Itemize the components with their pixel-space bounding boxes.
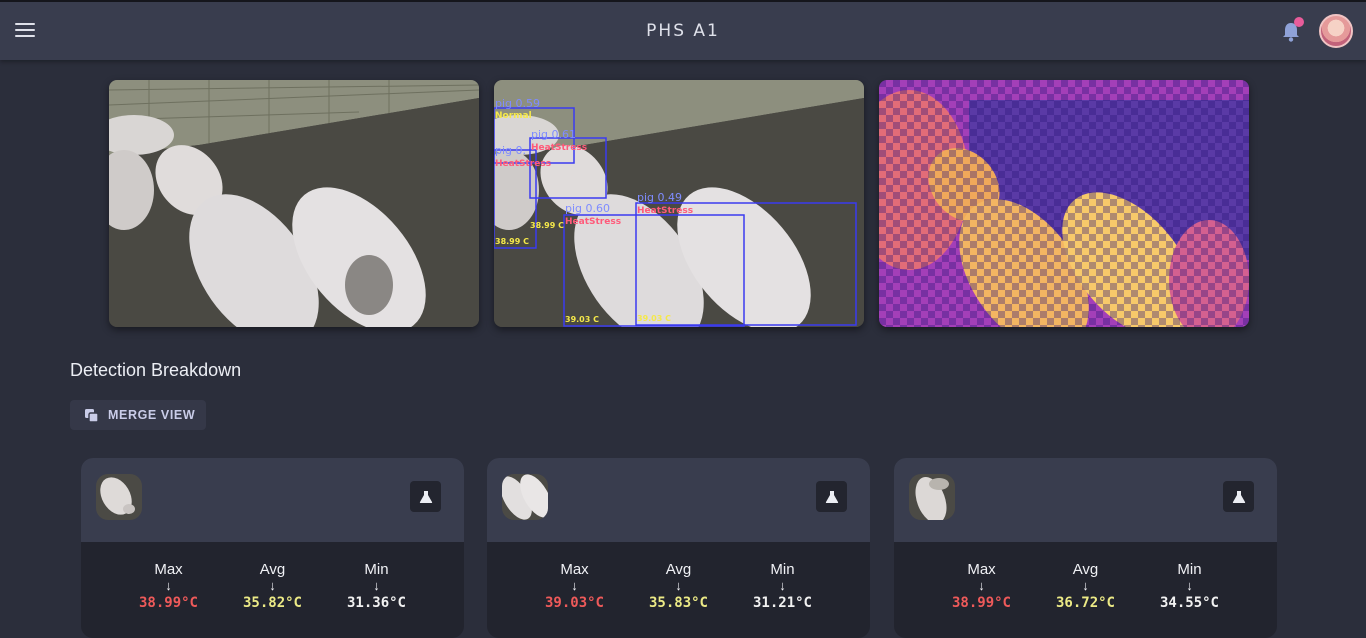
min-value: 31.36°C [346, 595, 406, 611]
avg-value: 35.82°C [242, 595, 302, 611]
detection-card: Max ↓ 39.03°C Avg ↓ 35.83°C Min ↓ 31.21°… [487, 458, 870, 638]
detection-temp: 39.03 C [565, 315, 599, 324]
arrow-down-icon: ↓ [675, 578, 682, 593]
section-title: Detection Breakdown [70, 360, 242, 380]
avg-label: Avg [665, 561, 692, 578]
thermal-image [879, 80, 1249, 327]
detection-status: HeatStress [531, 143, 587, 153]
max-label: Max [560, 561, 589, 578]
temperature-stats: Max ↓ 39.03°C Avg ↓ 35.83°C Min ↓ 31.21°… [487, 561, 870, 611]
pig-thumbnail[interactable] [502, 474, 548, 520]
max-label: Max [967, 561, 996, 578]
detection-status: HeatStress [565, 217, 621, 227]
detection-status: HeatStress [637, 206, 693, 216]
raw-camera-image [109, 80, 479, 327]
detection-label: pig 0. [495, 144, 526, 157]
avg-label: Avg [259, 561, 286, 578]
avg-value: 36.72°C [1055, 595, 1115, 611]
avg-label: Avg [1072, 561, 1099, 578]
detection-card: Max ↓ 38.99°C Avg ↓ 36.72°C Min ↓ 34.55°… [894, 458, 1277, 638]
pig-thumbnail[interactable] [909, 474, 955, 520]
arrow-down-icon: ↓ [269, 578, 276, 593]
flask-icon [825, 490, 838, 503]
max-stat: Max ↓ 38.99°C [930, 561, 1034, 611]
avg-stat: Avg ↓ 35.82°C [221, 561, 325, 611]
min-value: 31.21°C [752, 595, 812, 611]
min-stat: Min ↓ 31.21°C [731, 561, 835, 611]
min-label: Min [770, 561, 795, 578]
analyze-button[interactable] [410, 481, 441, 512]
avg-stat: Avg ↓ 36.72°C [1034, 561, 1138, 611]
arrow-down-icon: ↓ [1082, 578, 1089, 593]
max-stat: Max ↓ 38.99°C [117, 561, 221, 611]
card-header [487, 458, 870, 542]
detection-label: pig 0.59 [495, 97, 540, 110]
max-value: 38.99°C [138, 595, 198, 611]
min-label: Min [1177, 561, 1202, 578]
page-title: PHS A1 [646, 21, 720, 41]
top-app-bar: PHS A1 [0, 0, 1366, 60]
max-value: 38.99°C [951, 595, 1011, 611]
arrow-down-icon: ↓ [165, 578, 172, 593]
detection-status: HeatStress [495, 159, 551, 169]
detection-label: pig 0.61 [531, 128, 576, 141]
detection-temp: 38.99 C [495, 237, 529, 246]
min-value: 34.55°C [1159, 595, 1219, 611]
min-stat: Min ↓ 34.55°C [1138, 561, 1242, 611]
arrow-down-icon: ↓ [1186, 578, 1193, 593]
min-stat: Min ↓ 31.36°C [325, 561, 429, 611]
max-label: Max [154, 561, 183, 578]
temperature-stats: Max ↓ 38.99°C Avg ↓ 35.82°C Min ↓ 31.36°… [81, 561, 464, 611]
detection-temp: 38.99 C [530, 221, 564, 230]
detection-image: pig 0.59 pig 0.61 pig 0. pig 0.60 pig 0.… [494, 80, 864, 327]
detection-temp: 39.03 C [637, 314, 671, 323]
max-value: 39.03°C [544, 595, 604, 611]
flask-icon [1232, 490, 1245, 503]
arrow-down-icon: ↓ [779, 578, 786, 593]
detection-status: Normal [495, 111, 532, 121]
card-header [894, 458, 1277, 542]
merge-view-label: MERGE VIEW [108, 408, 196, 422]
detection-label: pig 0.60 [565, 202, 610, 215]
detection-card: Max ↓ 38.99°C Avg ↓ 35.82°C Min ↓ 31.36°… [81, 458, 464, 638]
arrow-down-icon: ↓ [571, 578, 578, 593]
max-stat: Max ↓ 39.03°C [523, 561, 627, 611]
detection-label: pig 0.49 [637, 191, 682, 204]
arrow-down-icon: ↓ [978, 578, 985, 593]
pig-thumbnail[interactable] [96, 474, 142, 520]
arrow-down-icon: ↓ [373, 578, 380, 593]
avg-value: 35.83°C [648, 595, 708, 611]
flask-icon [419, 490, 432, 503]
temperature-stats: Max ↓ 38.99°C Avg ↓ 36.72°C Min ↓ 34.55°… [894, 561, 1277, 611]
merge-view-icon [85, 408, 99, 423]
notification-badge [1294, 17, 1304, 27]
min-label: Min [364, 561, 389, 578]
card-header [81, 458, 464, 542]
analyze-button[interactable] [1223, 481, 1254, 512]
merge-view-button[interactable]: MERGE VIEW [70, 400, 206, 430]
analyze-button[interactable] [816, 481, 847, 512]
user-avatar[interactable] [1319, 14, 1353, 48]
avg-stat: Avg ↓ 35.83°C [627, 561, 731, 611]
